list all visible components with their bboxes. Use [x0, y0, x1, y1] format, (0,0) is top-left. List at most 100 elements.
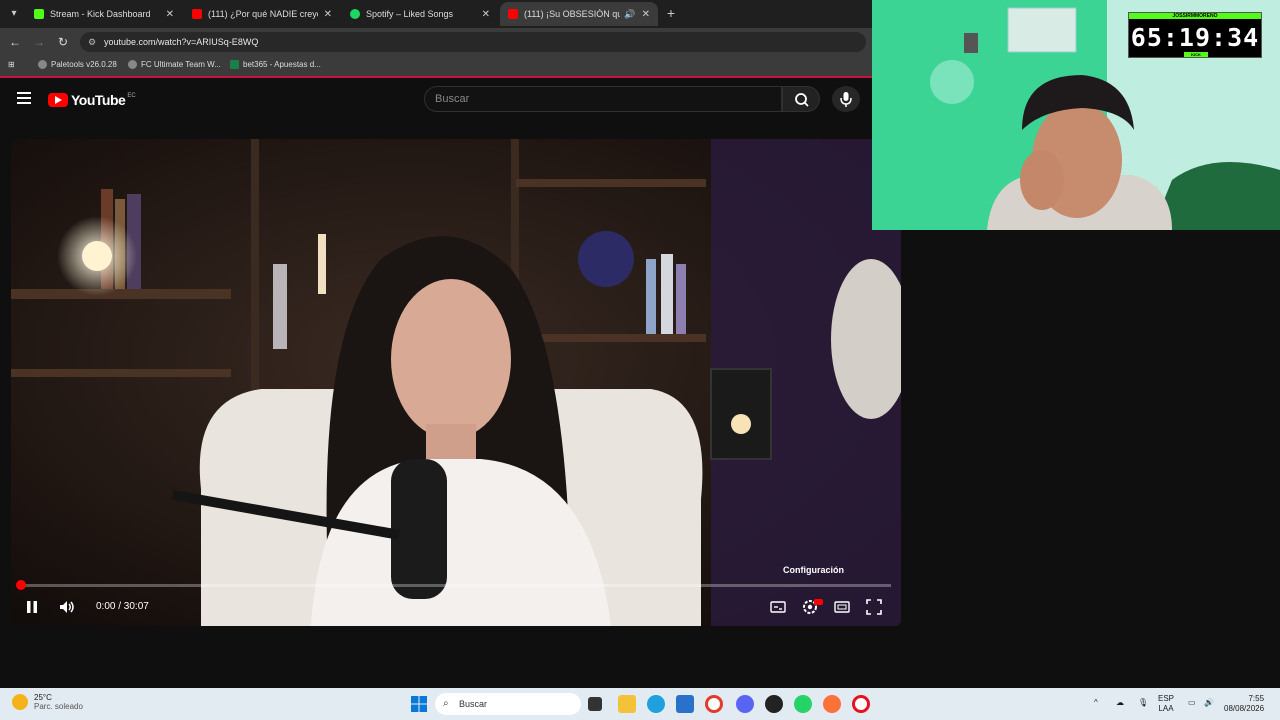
- search-input[interactable]: Buscar: [424, 86, 782, 112]
- url-field[interactable]: ⚙ youtube.com/watch?v=ARIUSq-E8WQ: [80, 32, 866, 52]
- edge-icon[interactable]: [647, 695, 665, 713]
- menu-icon[interactable]: [17, 92, 31, 104]
- language-indicator[interactable]: ESP LAA: [1158, 694, 1174, 714]
- clock[interactable]: 7:55 08/08/2026: [1224, 694, 1264, 714]
- bookmark-paletools[interactable]: Paletools v26.0.28: [38, 60, 117, 69]
- youtube-logo[interactable]: YouTube EC: [48, 92, 136, 108]
- mic-tray-icon[interactable]: 🎙: [1138, 698, 1148, 708]
- back-icon[interactable]: ←: [7, 34, 23, 50]
- bookmark-fc-ultimate[interactable]: FC Ultimate Team W...: [128, 60, 221, 69]
- close-icon[interactable]: ✕: [642, 9, 650, 20]
- theater-mode-button[interactable]: [833, 598, 851, 616]
- progress-scrubber[interactable]: [16, 580, 26, 590]
- weather-widget[interactable]: 25°C Parc. soleado: [12, 693, 83, 711]
- spotify-icon: [350, 9, 360, 19]
- show-hidden-icons[interactable]: ^: [1094, 698, 1098, 708]
- tab-youtube-active[interactable]: (111) ¡Su OBSESIÓN quedó 🔊 ✕: [500, 2, 658, 26]
- stream-timer: JOSSIRMMORENO 65:19:34 KICK: [1128, 12, 1262, 58]
- progress-bar[interactable]: [16, 580, 891, 590]
- weather-desc: Parc. soleado: [34, 702, 83, 711]
- tab-kick-dashboard[interactable]: Stream - Kick Dashboard ✕: [26, 2, 182, 26]
- search-button[interactable]: [782, 86, 820, 112]
- network-icon[interactable]: ☁: [1116, 698, 1124, 708]
- voice-search-button[interactable]: [832, 86, 860, 112]
- youtube-icon: [192, 9, 202, 19]
- lang-bottom: LAA: [1158, 704, 1174, 713]
- whatsapp-icon[interactable]: [794, 695, 812, 713]
- gear-icon: [803, 599, 823, 614]
- forward-icon[interactable]: →: [31, 34, 47, 50]
- tab-search-icon[interactable]: ▾: [6, 6, 22, 22]
- tab-youtube-1[interactable]: (111) ¿Por qué NADIE creyó en ✕: [184, 2, 340, 26]
- browser-tab-bar: ▾ Stream - Kick Dashboard ✕ (111) ¿Por q…: [0, 0, 872, 28]
- display-icon[interactable]: ▭: [1188, 698, 1196, 708]
- taskbar-search[interactable]: ⌕ Buscar: [435, 693, 581, 715]
- youtube-play-icon: [48, 93, 68, 107]
- logo-text: YouTube: [71, 92, 126, 108]
- tab-title: (111) ¿Por qué NADIE creyó en: [208, 9, 318, 19]
- timer-label-bottom: KICK: [1184, 52, 1208, 57]
- tab-title: (111) ¡Su OBSESIÓN quedó: [524, 9, 621, 19]
- apps-grid-icon[interactable]: ⊞: [8, 60, 15, 69]
- weather-temp: 25°C: [34, 693, 52, 702]
- lang-top: ESP: [1158, 694, 1175, 703]
- country-code: EC: [127, 93, 136, 99]
- address-bar-row: ← → ↻ ⚙ youtube.com/watch?v=ARIUSq-E8WQ: [0, 28, 872, 56]
- settings-tooltip: Configuración: [783, 565, 844, 575]
- file-explorer-icon[interactable]: [618, 695, 636, 713]
- taskbar-search-placeholder: Buscar: [459, 699, 488, 709]
- tab-title: Stream - Kick Dashboard: [50, 9, 151, 19]
- tab-spotify[interactable]: Spotify – Liked Songs ✕: [342, 2, 498, 26]
- start-button[interactable]: [410, 695, 428, 713]
- clock-time: 7:55: [1248, 694, 1265, 703]
- weather-icon: [12, 694, 28, 710]
- bookmarks-bar: ⊞ Paletools v26.0.28 FC Ultimate Team W.…: [0, 56, 872, 78]
- pause-icon: [27, 601, 37, 613]
- pause-button[interactable]: [25, 598, 39, 616]
- subtitles-icon: [770, 601, 786, 613]
- task-view-icon[interactable]: [588, 697, 602, 711]
- timer-value: 65:19:34: [1130, 23, 1260, 52]
- search-icon: [795, 93, 809, 107]
- time-display: 0:00 / 30:07: [96, 601, 149, 612]
- microphone-icon: [840, 92, 852, 107]
- fullscreen-icon: [866, 599, 882, 615]
- bet365-icon: [230, 60, 239, 69]
- tab-title: Spotify – Liked Songs: [366, 9, 454, 19]
- store-icon[interactable]: [676, 695, 694, 713]
- globe-icon: [128, 60, 137, 69]
- speaker-icon[interactable]: 🔊: [624, 9, 635, 20]
- volume-icon: [60, 601, 74, 613]
- close-icon[interactable]: ✕: [166, 9, 174, 20]
- new-tab-button[interactable]: +: [664, 6, 678, 20]
- kick-icon: [34, 9, 44, 19]
- youtube-icon: [508, 9, 518, 19]
- volume-button[interactable]: [58, 598, 76, 616]
- theater-icon: [834, 601, 850, 613]
- windows-taskbar: 25°C Parc. soleado ⌕ Buscar ^ ☁ 🎙 ESP LA…: [0, 688, 1280, 720]
- close-icon[interactable]: ✕: [324, 9, 332, 20]
- video-player[interactable]: Configuración 0:00 / 30:07: [11, 139, 901, 626]
- globe-icon: [38, 60, 47, 69]
- bookmark-label: FC Ultimate Team W...: [141, 60, 221, 69]
- speaker-icon[interactable]: 🔊: [1204, 698, 1214, 708]
- bookmark-bet365[interactable]: bet365 - Apuestas d...: [230, 60, 321, 69]
- bookmark-label: Paletools v26.0.28: [51, 60, 117, 69]
- url-text: youtube.com/watch?v=ARIUSq-E8WQ: [104, 37, 259, 47]
- chrome-icon[interactable]: [705, 695, 723, 713]
- discord-icon[interactable]: [736, 695, 754, 713]
- obs-icon[interactable]: [765, 695, 783, 713]
- site-info-icon[interactable]: ⚙: [88, 32, 96, 52]
- search-icon: ⌕: [443, 698, 449, 709]
- close-icon[interactable]: ✕: [482, 9, 490, 20]
- fullscreen-button[interactable]: [865, 598, 883, 616]
- bookmark-label: bet365 - Apuestas d...: [243, 60, 321, 69]
- firefox-icon[interactable]: [823, 695, 841, 713]
- reload-icon[interactable]: ↻: [55, 34, 71, 50]
- clock-date: 08/08/2026: [1224, 704, 1265, 713]
- windows-icon: [411, 696, 427, 712]
- opera-icon[interactable]: [852, 695, 870, 713]
- video-frame: [11, 139, 901, 626]
- settings-button[interactable]: [801, 598, 823, 616]
- subtitles-button[interactable]: [769, 598, 787, 616]
